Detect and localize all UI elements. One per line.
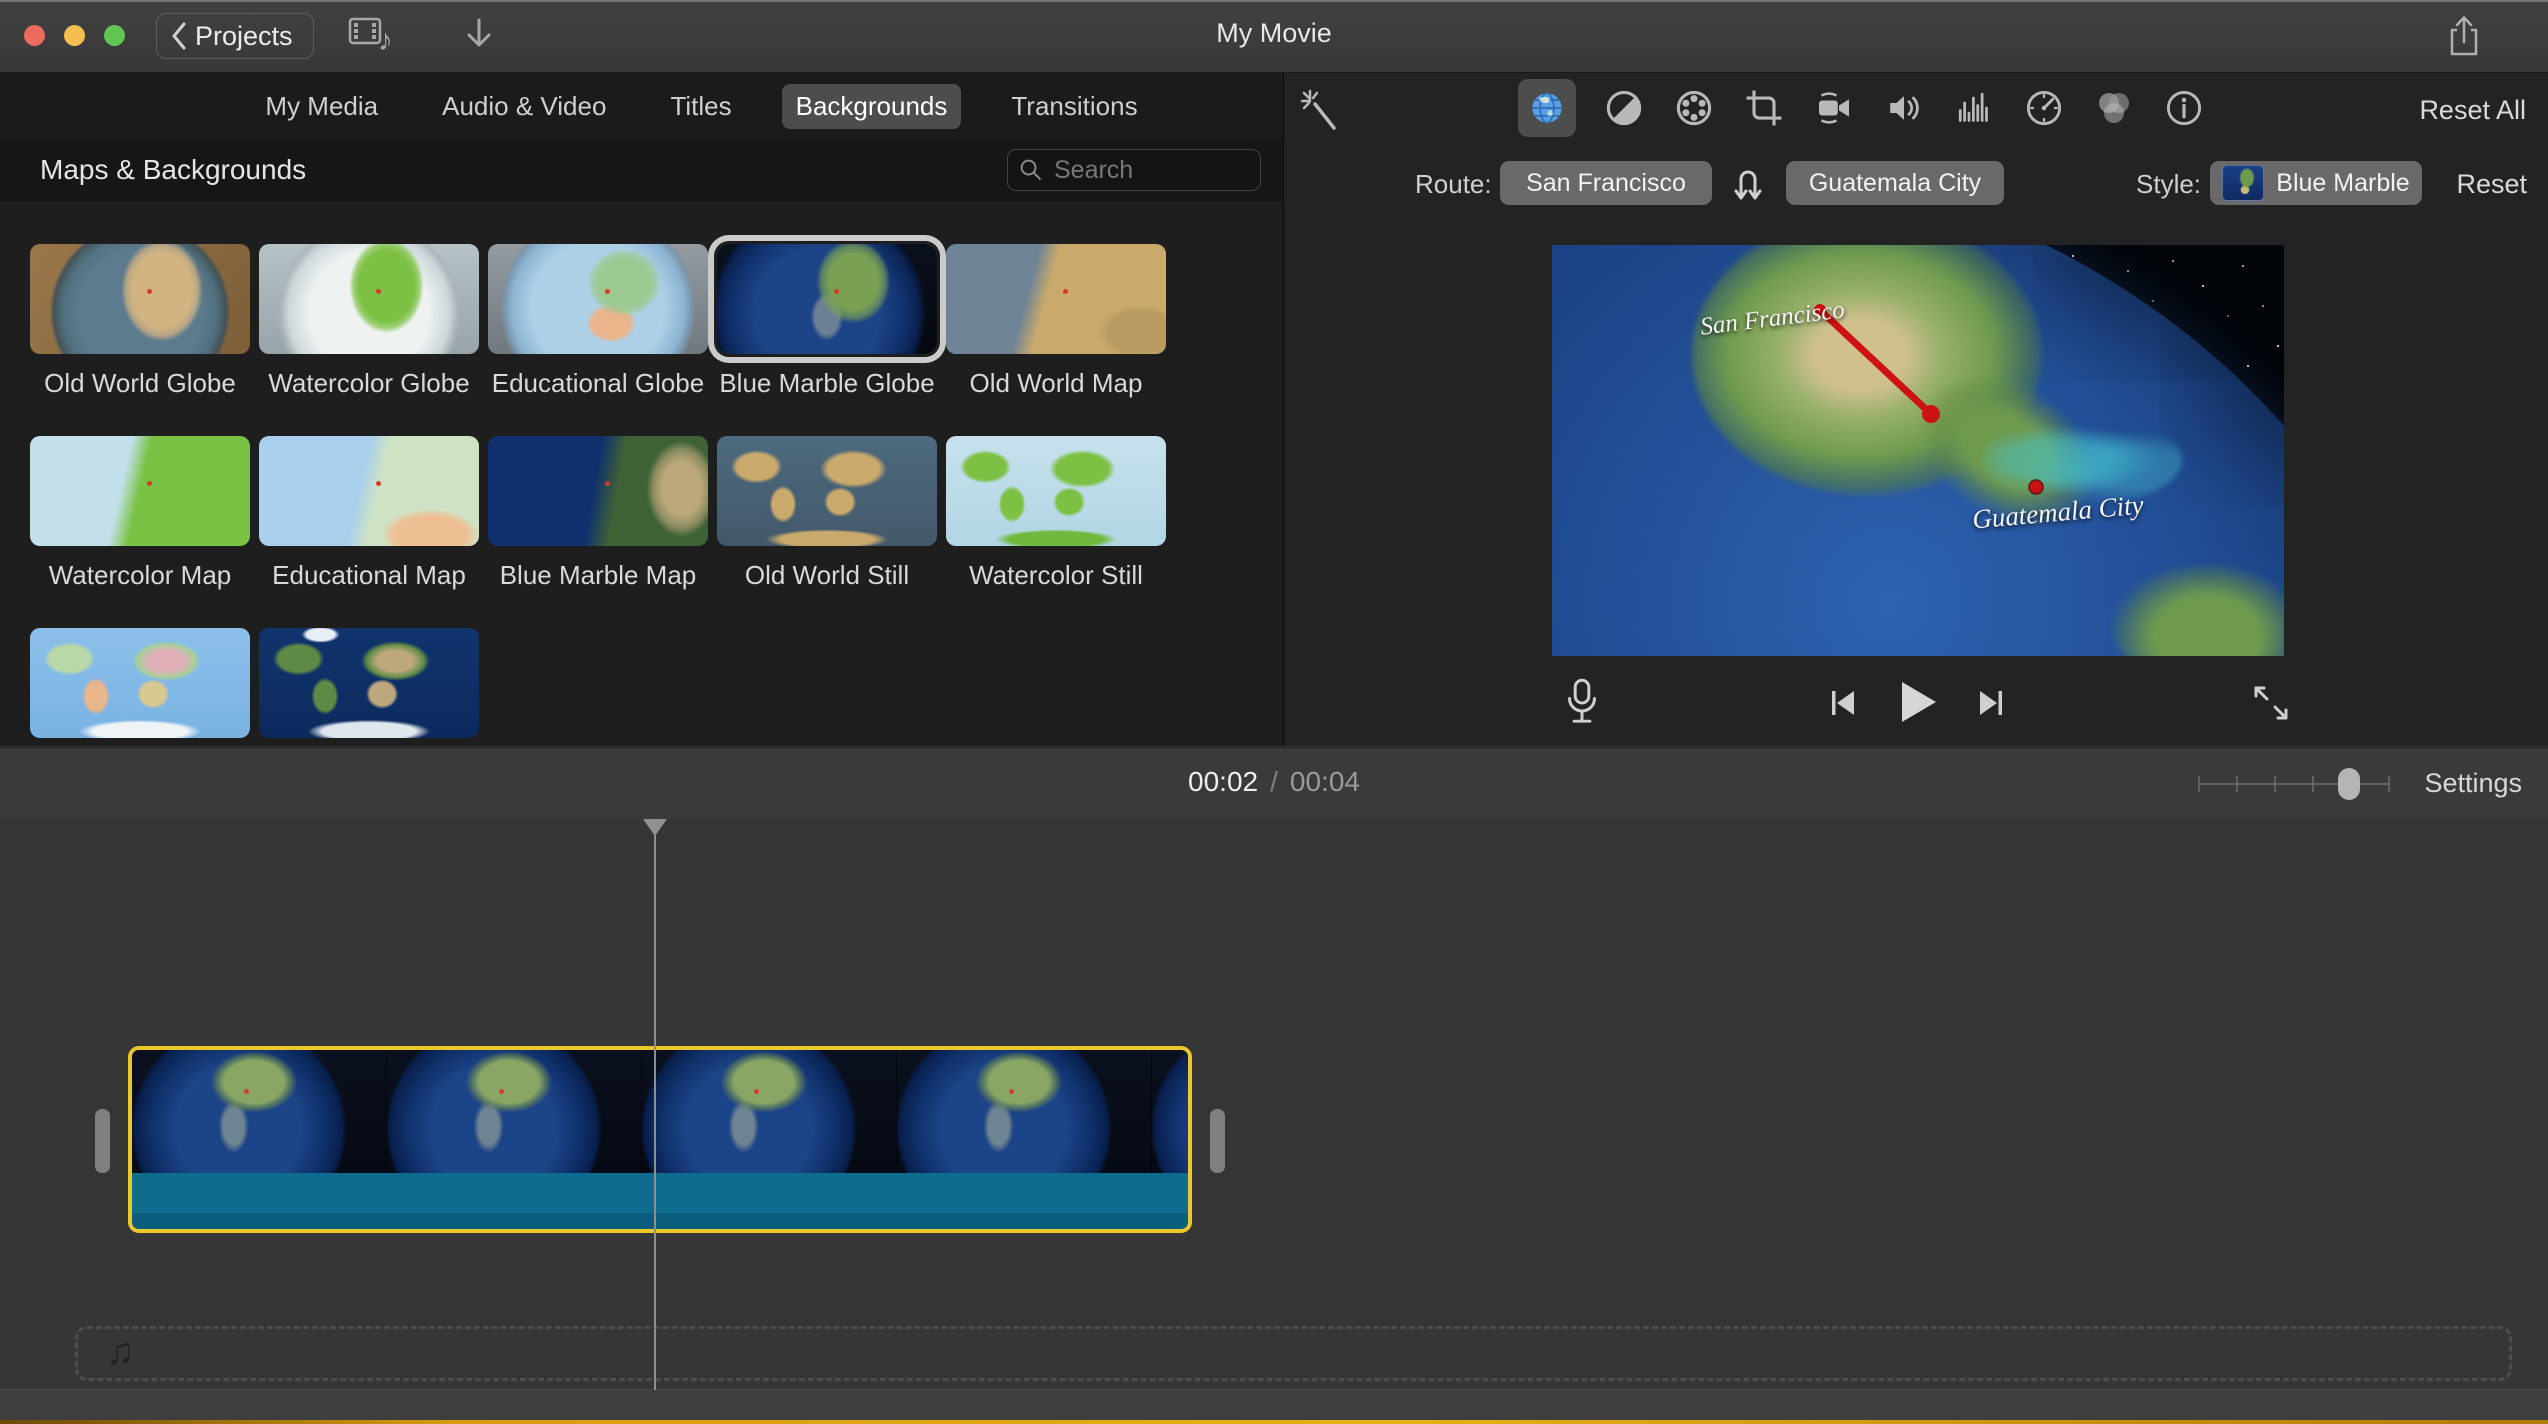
timecode-display: 00:02 / 00:04 bbox=[1188, 766, 1360, 798]
style-picker-button[interactable]: Blue Marble bbox=[2210, 161, 2422, 205]
style-value: Blue Marble bbox=[2276, 169, 2409, 198]
browser-header: Maps & Backgrounds bbox=[0, 139, 1283, 201]
clip-frame bbox=[132, 1050, 387, 1173]
clip-frame bbox=[897, 1050, 1152, 1173]
media-browser-panel: My Media Audio & Video Titles Background… bbox=[0, 73, 1284, 746]
background-item-old-world-still[interactable]: Old World Still bbox=[717, 436, 937, 591]
thumbnail bbox=[30, 244, 250, 354]
style-label: Style: bbox=[2136, 169, 2201, 200]
thumbnail bbox=[946, 244, 1166, 354]
background-item-educational-still[interactable]: Educational Still bbox=[30, 628, 250, 746]
tab-transitions[interactable]: Transitions bbox=[997, 84, 1151, 129]
style-thumbnail bbox=[2222, 165, 2264, 201]
thumbnail bbox=[717, 244, 937, 354]
slider-ticks bbox=[2198, 776, 2390, 792]
background-item-blue-marble-globe[interactable]: Blue Marble Globe bbox=[717, 244, 937, 399]
clip-frame bbox=[387, 1050, 642, 1173]
map-globe-icon[interactable] bbox=[1518, 79, 1576, 137]
search-field[interactable] bbox=[1007, 149, 1261, 191]
slider-thumb[interactable] bbox=[2338, 768, 2360, 800]
background-item-old-world-globe[interactable]: Old World Globe bbox=[30, 244, 250, 399]
browser-tabs: My Media Audio & Video Titles Background… bbox=[0, 73, 1283, 139]
viewer-toolbar: Reset All bbox=[1284, 73, 2548, 147]
clip-frame bbox=[642, 1050, 897, 1173]
thumbnail bbox=[30, 436, 250, 546]
current-time: 00:02 bbox=[1188, 766, 1258, 798]
search-icon bbox=[1018, 157, 1044, 183]
tab-my-media[interactable]: My Media bbox=[251, 84, 392, 129]
clip-filmstrip bbox=[132, 1050, 1188, 1173]
playhead-line bbox=[654, 833, 656, 1390]
filters-icon[interactable] bbox=[1602, 86, 1646, 130]
thumbnail bbox=[259, 628, 479, 738]
skip-forward-button[interactable] bbox=[1972, 684, 2010, 722]
route-overlay bbox=[1552, 245, 2284, 656]
tab-audio-video[interactable]: Audio & Video bbox=[428, 84, 620, 129]
background-item-educational-globe[interactable]: Educational Globe bbox=[488, 244, 708, 399]
viewer-panel: Reset All Route: San Francisco Guatemala… bbox=[1284, 73, 2548, 746]
section-title: Maps & Backgrounds bbox=[40, 154, 306, 186]
tab-backgrounds[interactable]: Backgrounds bbox=[782, 84, 962, 129]
thumbnail bbox=[488, 244, 708, 354]
search-input[interactable] bbox=[1052, 155, 1250, 186]
play-button[interactable] bbox=[1890, 676, 1942, 728]
color-correction-icon[interactable] bbox=[2092, 86, 2136, 130]
thumbnail bbox=[946, 436, 1166, 546]
selected-video-clip[interactable] bbox=[128, 1046, 1192, 1233]
color-wheel-icon[interactable] bbox=[1672, 86, 1716, 130]
background-item-blue-marble-still[interactable]: Blue Marble Still bbox=[259, 628, 479, 746]
reset-button[interactable]: Reset bbox=[2456, 169, 2527, 200]
route-label: Route: bbox=[1415, 169, 1492, 200]
thumbnail bbox=[488, 436, 708, 546]
route-to-button[interactable]: Guatemala City bbox=[1786, 161, 2004, 205]
music-note-icon: ♫ bbox=[106, 1331, 135, 1374]
swap-route-icon[interactable] bbox=[1728, 163, 1768, 205]
background-item-watercolor-still[interactable]: Watercolor Still bbox=[946, 436, 1166, 591]
window-bottom-accent bbox=[0, 1420, 2548, 1424]
thumbnail bbox=[30, 628, 250, 738]
clip-trim-handle-right[interactable] bbox=[1210, 1109, 1225, 1173]
background-item-watercolor-globe[interactable]: Watercolor Globe bbox=[259, 244, 479, 399]
background-item-old-world-map[interactable]: Old World Map bbox=[946, 244, 1166, 399]
fullscreen-icon[interactable] bbox=[2250, 682, 2292, 724]
clip-frame bbox=[1152, 1050, 1188, 1173]
background-item-blue-marble-map[interactable]: Blue Marble Map bbox=[488, 436, 708, 591]
clip-audio-waveform-bar bbox=[132, 1173, 1188, 1229]
share-button[interactable] bbox=[2446, 14, 2482, 58]
horizontal-scrollbar-track[interactable] bbox=[0, 1389, 2548, 1424]
microphone-icon[interactable] bbox=[1562, 678, 1602, 728]
time-separator: / bbox=[1270, 766, 1278, 798]
background-item-watercolor-map[interactable]: Watercolor Map bbox=[30, 436, 250, 591]
imovie-window: Projects ♪ My Movie My Media Aud bbox=[0, 0, 2548, 1424]
timeline[interactable]: ♫ bbox=[0, 819, 2548, 1390]
thumbnail bbox=[259, 244, 479, 354]
adjust-icons-group bbox=[1518, 79, 2206, 137]
thumbnail bbox=[717, 436, 937, 546]
tab-titles[interactable]: Titles bbox=[656, 84, 745, 129]
magic-wand-icon[interactable] bbox=[1300, 89, 1344, 133]
thumbnail bbox=[259, 436, 479, 546]
video-preview: San Francisco Guatemala City bbox=[1552, 245, 2284, 656]
reset-all-button[interactable]: Reset All bbox=[2419, 95, 2526, 126]
stabilization-camera-icon[interactable] bbox=[1812, 86, 1856, 130]
crop-icon[interactable] bbox=[1742, 86, 1786, 130]
playback-controls bbox=[1284, 656, 2548, 746]
audio-track-drop-zone[interactable]: ♫ bbox=[75, 1326, 2512, 1381]
settings-button[interactable]: Settings bbox=[2424, 768, 2522, 799]
clip-trim-handle-left[interactable] bbox=[95, 1109, 110, 1173]
route-from-button[interactable]: San Francisco bbox=[1500, 161, 1712, 205]
volume-icon[interactable] bbox=[1882, 86, 1926, 130]
route-controls: Route: San Francisco Guatemala City Styl… bbox=[1284, 157, 2548, 213]
backgrounds-grid: Old World Globe Watercolor Globe Educati… bbox=[30, 244, 1270, 746]
project-title: My Movie bbox=[0, 18, 2548, 49]
timeline-toolbar: 00:02 / 00:04 Settings bbox=[0, 747, 2548, 820]
background-item-educational-map[interactable]: Educational Map bbox=[259, 436, 479, 591]
info-icon[interactable] bbox=[2162, 86, 2206, 130]
titlebar: Projects ♪ My Movie bbox=[0, 0, 2548, 73]
total-duration: 00:04 bbox=[1290, 766, 1360, 798]
noise-reduction-eq-icon[interactable] bbox=[1952, 86, 1996, 130]
timeline-zoom-slider[interactable] bbox=[2198, 768, 2390, 800]
speed-gauge-icon[interactable] bbox=[2022, 86, 2066, 130]
skip-back-button[interactable] bbox=[1824, 684, 1862, 722]
